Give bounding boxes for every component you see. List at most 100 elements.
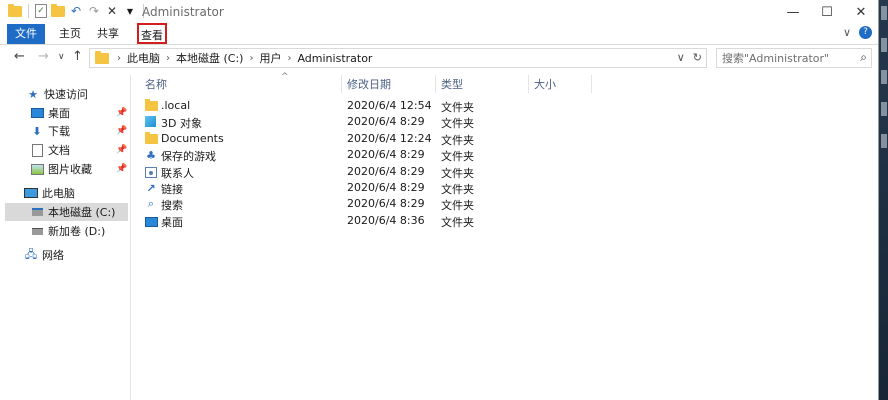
nav-network[interactable]: 🖧 网络 bbox=[24, 246, 64, 264]
file-date: 2020/6/4 8:29 bbox=[347, 197, 425, 210]
delete-icon[interactable]: ✕ bbox=[105, 4, 119, 18]
redo-icon[interactable]: ↷ bbox=[87, 4, 101, 18]
tab-share[interactable]: 共享 bbox=[88, 24, 128, 44]
column-header-type[interactable]: 类型 bbox=[441, 75, 463, 93]
file-type: 文件夹 bbox=[441, 183, 474, 196]
pin-icon: 📌 bbox=[116, 145, 128, 155]
file-name: Documents bbox=[161, 132, 224, 145]
window-title: Administrator bbox=[142, 5, 224, 19]
new-folder-icon[interactable] bbox=[51, 3, 65, 18]
tab-view[interactable]: 查看 bbox=[137, 23, 167, 44]
file-type: 文件夹 bbox=[441, 216, 474, 229]
desktop-icon-fragment bbox=[881, 6, 887, 20]
nav-item-desktop[interactable]: 桌面 bbox=[30, 104, 70, 122]
desktop-icon-fragment bbox=[881, 38, 887, 52]
refresh-button[interactable]: ↻ bbox=[693, 51, 702, 64]
3d-objects-icon bbox=[145, 116, 156, 127]
column-divider bbox=[528, 75, 529, 93]
column-divider bbox=[591, 75, 592, 93]
expand-ribbon-button[interactable]: ∨ bbox=[843, 26, 851, 39]
file-date: 2020/6/4 12:24 bbox=[347, 132, 432, 145]
nav-quick-access[interactable]: ★ 快速访问 bbox=[26, 85, 88, 103]
breadcrumb-separator: › bbox=[287, 52, 292, 64]
properties-icon[interactable]: ✓ bbox=[35, 4, 47, 18]
table-row[interactable]: 联系人 2020/6/4 8:29 文件夹 bbox=[141, 164, 474, 180]
table-row[interactable]: 3D 对象 2020/6/4 8:29 文件夹 bbox=[141, 114, 474, 130]
file-list: ^ 名称 修改日期 类型 大小 .local 2020/6/4 12:54 文件… bbox=[131, 72, 878, 400]
maximize-button[interactable]: ☐ bbox=[810, 0, 844, 24]
breadcrumb-separator: › bbox=[249, 52, 254, 64]
nav-item-downloads[interactable]: ⬇ 下载 bbox=[30, 122, 70, 140]
desktop-icon-fragment bbox=[881, 70, 887, 84]
forward-button[interactable]: → bbox=[38, 49, 49, 64]
customize-icon[interactable]: ▼ bbox=[123, 4, 137, 18]
file-type: 文件夹 bbox=[441, 101, 474, 114]
search-icon[interactable]: ⌕ bbox=[860, 50, 867, 65]
table-row[interactable]: .local 2020/6/4 12:54 文件夹 bbox=[141, 98, 474, 114]
nav-item-local-disk-c[interactable]: 本地磁盘 (C:) bbox=[5, 203, 128, 221]
search-input[interactable] bbox=[722, 50, 848, 66]
up-button[interactable]: ↑ bbox=[72, 49, 83, 64]
column-header-name[interactable]: 名称 bbox=[145, 75, 167, 93]
tab-file[interactable]: 文件 bbox=[7, 24, 45, 44]
file-name: 链接 bbox=[161, 183, 183, 196]
address-row: ← → ∨ ↑ › 此电脑 › 本地磁盘 (C:) › 用户 › Adminis… bbox=[0, 45, 878, 71]
breadcrumb-users[interactable]: 用户 bbox=[259, 50, 281, 66]
star-icon: ★ bbox=[28, 87, 38, 101]
column-header-size[interactable]: 大小 bbox=[534, 75, 556, 93]
file-name: 联系人 bbox=[161, 167, 194, 180]
file-date: 2020/6/4 8:29 bbox=[347, 115, 425, 128]
breadcrumb-separator: › bbox=[166, 52, 170, 64]
nav-label: 快速访问 bbox=[44, 88, 88, 101]
column-divider bbox=[341, 75, 342, 93]
desktop-background bbox=[879, 0, 888, 400]
file-name: .local bbox=[161, 99, 191, 112]
minimize-button[interactable]: — bbox=[776, 0, 810, 24]
breadcrumb-separator: › bbox=[117, 52, 121, 64]
close-button[interactable]: ✕ bbox=[844, 0, 878, 24]
saved-games-icon: ♣ bbox=[146, 148, 156, 162]
file-type: 文件夹 bbox=[441, 150, 474, 163]
breadcrumb-this-pc[interactable]: 此电脑 bbox=[127, 50, 160, 66]
help-icon[interactable]: ? bbox=[859, 26, 872, 39]
address-actions: ∨ ↻ bbox=[677, 51, 702, 64]
nav-item-documents[interactable]: 文档 bbox=[30, 141, 70, 159]
search-box[interactable]: ⌕ bbox=[716, 48, 872, 68]
pin-icon: 📌 bbox=[116, 126, 128, 136]
nav-item-pictures[interactable]: 图片收藏 bbox=[30, 160, 92, 178]
table-row[interactable]: Documents 2020/6/4 12:24 文件夹 bbox=[141, 131, 474, 147]
nav-this-pc[interactable]: 此电脑 bbox=[24, 184, 75, 202]
recent-locations-button[interactable]: ∨ bbox=[58, 52, 65, 62]
window-controls: — ☐ ✕ bbox=[776, 0, 878, 24]
nav-label: 此电脑 bbox=[42, 187, 75, 200]
breadcrumb-local-disk[interactable]: 本地磁盘 (C:) bbox=[176, 50, 243, 66]
searches-icon: ⌕ bbox=[147, 197, 155, 210]
breadcrumb-administrator[interactable]: Administrator bbox=[297, 52, 372, 65]
nav-item-new-volume-d[interactable]: 新加卷 (D:) bbox=[30, 222, 105, 240]
address-bar[interactable]: › 此电脑 › 本地磁盘 (C:) › 用户 › Administrator ∨… bbox=[89, 48, 707, 68]
sort-indicator: ^ bbox=[281, 72, 289, 82]
drive-icon bbox=[30, 224, 44, 238]
file-date: 2020/6/4 8:29 bbox=[347, 165, 425, 178]
table-row[interactable]: ♣ 保存的游戏 2020/6/4 8:29 文件夹 bbox=[141, 147, 474, 163]
file-name: 3D 对象 bbox=[161, 117, 202, 130]
nav-label: 网络 bbox=[42, 249, 64, 262]
file-type: 文件夹 bbox=[441, 134, 474, 147]
desktop-icon bbox=[145, 217, 158, 227]
folder-icon bbox=[145, 99, 158, 111]
back-button[interactable]: ← bbox=[14, 49, 25, 64]
table-row[interactable]: ↗ 链接 2020/6/4 8:29 文件夹 bbox=[141, 180, 474, 196]
address-dropdown-button[interactable]: ∨ bbox=[677, 51, 685, 64]
folder-icon[interactable] bbox=[8, 3, 22, 18]
quick-access-toolbar: ✓ ↶ ↷ ✕ ▼ bbox=[8, 3, 146, 18]
title-bar: ✓ ↶ ↷ ✕ ▼ Administrator — ☐ ✕ bbox=[0, 0, 878, 24]
nav-label: 下载 bbox=[48, 125, 70, 138]
explorer-window: ✓ ↶ ↷ ✕ ▼ Administrator — ☐ ✕ 文件 主页 共享 查… bbox=[0, 0, 879, 400]
table-row[interactable]: ⌕ 搜索 2020/6/4 8:29 文件夹 bbox=[141, 196, 474, 212]
nav-label: 本地磁盘 (C:) bbox=[48, 206, 116, 219]
column-header-date[interactable]: 修改日期 bbox=[347, 75, 391, 93]
download-icon: ⬇ bbox=[32, 124, 42, 138]
table-row[interactable]: 桌面 2020/6/4 8:36 文件夹 bbox=[141, 213, 474, 229]
tab-home[interactable]: 主页 bbox=[52, 24, 88, 44]
undo-icon[interactable]: ↶ bbox=[69, 4, 83, 18]
